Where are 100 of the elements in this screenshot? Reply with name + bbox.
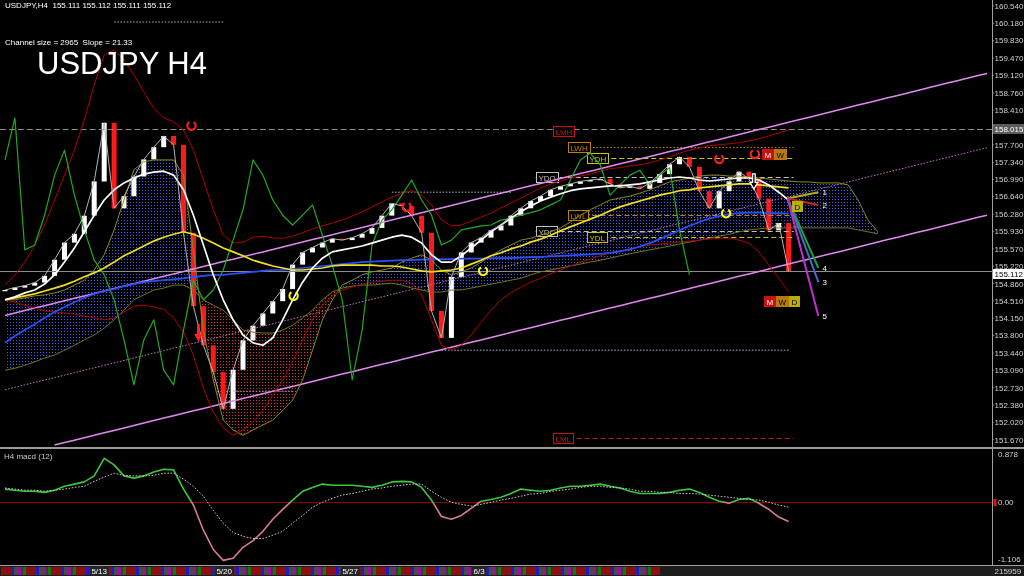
date-label: 5/13 [89, 566, 109, 576]
bar-counter-text: 215959 [994, 567, 1022, 576]
price-axis-label: 159.120 [994, 71, 1024, 81]
level-tag: LMH [553, 126, 575, 137]
projection-number: 4 [822, 264, 827, 273]
candlestick [270, 301, 276, 314]
candlestick [726, 181, 732, 192]
price-axis-label: 158.410 [994, 105, 1024, 115]
candlestick [171, 136, 177, 145]
symbol-quote-text: USDJPY,H4 155.111 155.112 155.111 155.112 [5, 1, 172, 11]
price-axis-label: 156.640 [994, 192, 1024, 202]
pivot-tag: W [776, 296, 789, 307]
price-axis-label: 156.280 [994, 210, 1024, 219]
level-tag: LWL [568, 210, 589, 221]
candlestick [438, 311, 444, 338]
candlestick [210, 345, 216, 373]
projection-number: 2 [822, 200, 827, 210]
candlestick [62, 242, 67, 260]
candlestick [91, 181, 97, 216]
pivot-tag: W [774, 149, 787, 160]
date-label: 6/3 [471, 566, 487, 576]
price-axis-label: 155.570 [994, 244, 1024, 254]
candlestick [389, 203, 395, 216]
candlestick [468, 242, 474, 253]
price-axis-label: 159.830 [994, 36, 1024, 46]
candlestick [280, 289, 286, 302]
indicator-title: H4 macd (12) [4, 452, 53, 461]
price-axis-label: 158.760 [994, 88, 1024, 98]
projection-number: 3 [822, 278, 827, 288]
candlestick [706, 191, 712, 209]
price-axis-label: 159.470 [994, 54, 1024, 63]
candlestick [101, 122, 107, 182]
candlestick [746, 171, 752, 179]
candlestick [230, 369, 236, 409]
candlestick [399, 203, 405, 206]
candlestick [81, 215, 87, 234]
price-axis-label: 153.440 [994, 348, 1024, 358]
candlestick [220, 372, 226, 409]
candlestick [448, 276, 454, 338]
price-axis-label: 154.510 [994, 296, 1024, 306]
candlestick [240, 340, 246, 370]
date-label: 5/27 [340, 566, 360, 576]
level-tag: YDL [587, 232, 608, 243]
price-axis-label: 152.380 [994, 400, 1024, 410]
projection-number: 5 [822, 311, 827, 321]
candlestick [766, 198, 772, 231]
candlestick [161, 136, 167, 148]
pivot-tag: D [789, 296, 800, 307]
pivot-tag: M [762, 149, 774, 160]
level-marker-icon [993, 499, 997, 506]
pivot-tag: D [792, 201, 803, 212]
candlestick [776, 223, 782, 231]
candlestick [716, 191, 722, 209]
price-axis-label: 151.670 [994, 435, 1024, 445]
candlestick [508, 215, 514, 226]
candlestick [71, 233, 77, 243]
candlestick [379, 215, 385, 228]
candlestick [151, 147, 157, 160]
candlestick [409, 205, 415, 216]
macd-axis-label: 0.878 [998, 449, 1019, 459]
candlestick [756, 179, 762, 199]
candlestick [121, 196, 127, 209]
candlestick [786, 223, 792, 272]
price-axis-label: 152.020 [994, 418, 1024, 428]
candlestick [736, 171, 742, 182]
candlestick [696, 166, 702, 192]
price-axis-label: 152.730 [994, 383, 1024, 393]
price-axis-label: 153.090 [994, 366, 1024, 375]
macd-axis-label: -1.106 [998, 554, 1021, 564]
projection-number: 1 [822, 188, 827, 198]
candlestick [290, 264, 296, 290]
current-price-tag: 155.112 [993, 269, 1024, 279]
chart-title: USDJPY H4 [37, 48, 207, 80]
candlestick [250, 325, 256, 341]
price-axis-label: 160.180 [994, 19, 1024, 29]
price-axis-label: 156.990 [994, 175, 1024, 185]
price-axis-label: 157.700 [994, 140, 1024, 150]
price-axis-label: 157.340 [994, 158, 1024, 168]
candlestick [141, 159, 147, 177]
marked-price-tag: 158.015 [993, 124, 1024, 134]
price-axis-label: 155.220 [994, 261, 1024, 271]
candlestick [260, 313, 266, 326]
candlestick [667, 164, 673, 175]
price-axis-label: 154.860 [994, 279, 1024, 289]
price-axis-label: 154.150 [994, 314, 1024, 324]
candlestick [131, 176, 137, 197]
level-tag: LML [553, 433, 574, 444]
candlestick [52, 259, 58, 276]
price-axis-label: 160.540 [994, 1, 1024, 11]
dotted-guide-line [232, 390, 294, 392]
level-tag: LWH [568, 142, 591, 153]
pivot-tag: M [764, 296, 776, 307]
candlestick [200, 306, 206, 346]
price-axis-label: 155.930 [994, 227, 1024, 237]
candlestick [419, 215, 425, 233]
price-axis-label: 153.800 [994, 331, 1024, 341]
date-label: 5/20 [214, 566, 234, 576]
candlestick [458, 252, 464, 277]
channel-info-text: Channel size = 2965 Slope = 21.33 [5, 38, 133, 48]
candlestick [300, 252, 306, 265]
